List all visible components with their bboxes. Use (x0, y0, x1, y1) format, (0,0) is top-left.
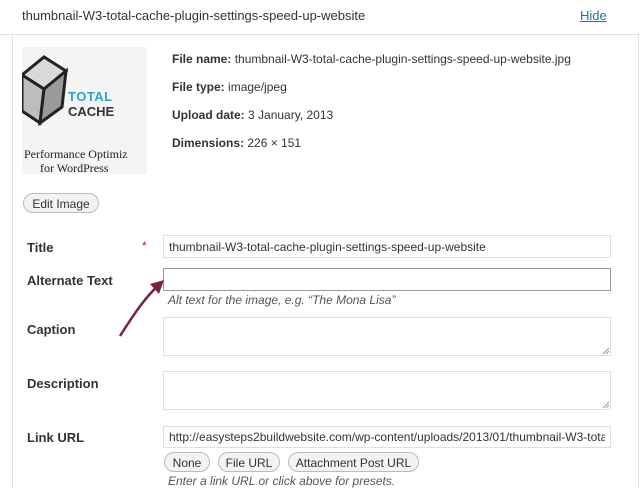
attachment-title: thumbnail-W3-total-cache-plugin-settings… (22, 8, 366, 23)
thumbnail-text-cache: CACHE (68, 104, 115, 119)
attachment-header: thumbnail-W3-total-cache-plugin-settings… (0, 0, 640, 35)
dimensions-value: 226 × 151 (247, 136, 302, 150)
upload-date-value: 3 January, 2013 (248, 108, 334, 122)
dimensions-row: Dimensions: 226 × 151 (172, 136, 301, 150)
file-name-row: File name: thumbnail-W3-total-cache-plug… (172, 52, 571, 66)
caption-textarea[interactable] (163, 317, 611, 356)
file-name-label: File name: (172, 52, 232, 66)
required-asterisk: * (142, 239, 147, 253)
link-attachment-post-url-button[interactable]: Attachment Post URL (288, 452, 419, 472)
file-name-value: thumbnail-W3-total-cache-plugin-settings… (234, 52, 571, 66)
dimensions-label: Dimensions: (172, 136, 245, 150)
file-type-label: File type: (172, 80, 225, 94)
link-file-url-button[interactable]: File URL (218, 452, 280, 472)
thumbnail-text-total: TOTAL (68, 89, 113, 104)
upload-date-label: Upload date: (172, 108, 245, 122)
image-thumbnail: TOTAL CACHE Performance Optimiz for Word… (22, 47, 147, 174)
description-label: Description (27, 376, 99, 391)
link-none-button[interactable]: None (164, 452, 210, 472)
file-type-value: image/jpeg (228, 80, 287, 94)
alternate-text-label: Alternate Text (27, 273, 113, 288)
link-url-input[interactable] (163, 426, 611, 448)
edit-image-button[interactable]: Edit Image (23, 193, 99, 213)
caption-label: Caption (27, 322, 76, 337)
hide-link[interactable]: Hide (580, 8, 607, 23)
thumbnail-text-wordpress: for WordPress (40, 161, 109, 174)
thumbnail-text-performance: Performance Optimiz (24, 147, 128, 161)
file-type-row: File type: image/jpeg (172, 80, 287, 94)
description-textarea[interactable] (163, 371, 611, 410)
alternate-text-input[interactable] (163, 268, 611, 291)
title-label: Title (27, 240, 54, 255)
upload-date-row: Upload date: 3 January, 2013 (172, 108, 333, 122)
caption-resize-grip-icon[interactable] (602, 347, 610, 355)
link-url-label: Link URL (27, 430, 85, 445)
panel-right-border (638, 35, 639, 488)
alternate-text-help: Alt text for the image, e.g. “The Mona L… (168, 293, 396, 307)
title-input[interactable] (163, 235, 611, 258)
description-resize-grip-icon[interactable] (602, 401, 610, 409)
link-url-help: Enter a link URL or click above for pres… (168, 474, 396, 488)
